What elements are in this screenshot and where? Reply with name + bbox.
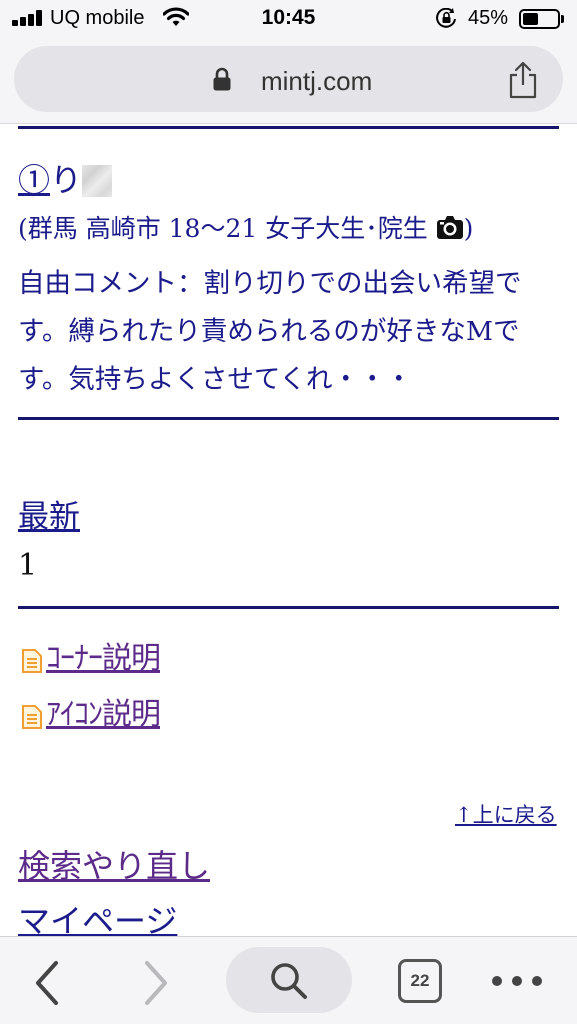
entry-location-age: (群馬 高崎市 18〜21 女子大生･院生 [18, 214, 428, 243]
divider [18, 606, 559, 609]
search-icon [271, 963, 307, 999]
more-options-icon[interactable] [488, 967, 546, 995]
entry-number-link[interactable]: ① [18, 161, 50, 199]
blurred-name [82, 165, 113, 197]
battery-tip [561, 15, 564, 23]
battery-icon [519, 9, 560, 29]
entry-name: り [50, 161, 83, 199]
lock-icon [213, 67, 231, 91]
mypage-link[interactable]: マイページ [18, 900, 177, 936]
entry-title: ①り [18, 160, 113, 200]
forward-button[interactable] [135, 957, 175, 1009]
divider [18, 417, 559, 420]
battery-percent: 45% [468, 7, 509, 29]
url-text: mintj.com [261, 66, 373, 96]
share-icon[interactable] [507, 61, 539, 99]
page-content: ①り (群馬 高崎市 18〜21 女子大生･院生 ) 自由コメント：割り切りでの… [0, 125, 577, 936]
browser-toolbar: 22 [0, 936, 577, 1024]
latest-link[interactable]: 最新 [18, 497, 80, 537]
back-to-top-link[interactable]: ↑上に戻る [455, 801, 557, 829]
document-icon [22, 649, 42, 673]
camera-icon [436, 216, 463, 239]
icon-help-label[interactable]: ｱｲｺﾝ説明 [46, 695, 161, 735]
rotation-lock-icon [436, 8, 456, 28]
divider [18, 126, 559, 129]
search-again-link[interactable]: 検索やり直し [18, 845, 210, 887]
page-number: 1 [18, 548, 38, 583]
entry-comment: 自由コメント：割り切りでの出会い希望です。縛られたり責められるのが好きなMです。… [18, 268, 522, 395]
battery-level [523, 13, 538, 25]
browser-top-bar: mintj.com [0, 40, 577, 124]
entry-meta-close: ) [463, 214, 474, 243]
tabs-button[interactable]: 22 [398, 959, 442, 1003]
search-button[interactable] [226, 947, 352, 1013]
status-bar: UQ mobile 10:45 45% [0, 0, 577, 40]
document-icon [22, 705, 42, 729]
back-button[interactable] [28, 957, 68, 1009]
address-bar[interactable]: mintj.com [14, 46, 563, 112]
entry-meta: (群馬 高崎市 18〜21 女子大生･院生 ) [18, 213, 473, 245]
corner-help-label[interactable]: ｺｰﾅｰ説明 [46, 639, 161, 679]
